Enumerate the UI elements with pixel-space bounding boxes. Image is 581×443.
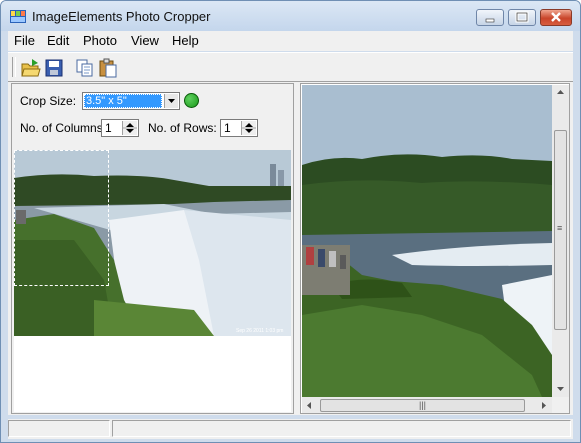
crop-size-label: Crop Size: xyxy=(20,94,77,108)
status-panel-2 xyxy=(112,420,571,437)
menu-file[interactable]: File xyxy=(14,33,35,48)
rows-label: No. of Rows: xyxy=(148,121,217,135)
save-button[interactable] xyxy=(43,57,65,79)
status-bar xyxy=(8,419,573,439)
spin-arrows-icon xyxy=(123,123,137,133)
open-icon xyxy=(21,59,41,77)
title-bar[interactable]: ImageElements Photo Cropper xyxy=(1,1,580,31)
copy-icon xyxy=(76,59,93,77)
columns-label: No. of Columns: xyxy=(20,121,107,135)
columns-stepper[interactable]: 1 xyxy=(101,119,139,137)
status-panel-1 xyxy=(8,420,110,437)
scroll-up-arrow-icon[interactable] xyxy=(552,85,569,99)
rows-spin-buttons[interactable] xyxy=(241,121,256,135)
crop-size-dropdown-button[interactable] xyxy=(164,94,178,108)
horizontal-scroll-thumb[interactable]: ||| xyxy=(320,399,525,412)
vertical-scroll-thumb[interactable]: ≡ xyxy=(554,130,567,330)
scroll-down-arrow-icon[interactable] xyxy=(552,382,569,396)
window-title: ImageElements Photo Cropper xyxy=(32,9,211,24)
columns-value: 1 xyxy=(105,121,112,135)
thumbnail-empty-area xyxy=(14,336,291,412)
menu-bar: File Edit Photo View Help xyxy=(8,31,573,51)
toolbar-grip[interactable] xyxy=(12,57,16,77)
menu-photo[interactable]: Photo xyxy=(83,33,117,48)
save-icon xyxy=(45,59,63,77)
chevron-down-icon xyxy=(168,99,175,103)
maximize-icon xyxy=(515,11,529,23)
crop-selection-box[interactable] xyxy=(14,150,109,286)
horizontal-scrollbar[interactable]: ||| xyxy=(302,397,552,414)
toolbar xyxy=(8,52,573,82)
menu-edit[interactable]: Edit xyxy=(47,33,69,48)
columns-spin-buttons[interactable] xyxy=(122,121,137,135)
crop-settings-panel: Crop Size: 3.5" x 5" No. of Columns: 1 N… xyxy=(11,83,294,414)
scroll-left-arrow-icon[interactable] xyxy=(302,397,316,414)
close-icon xyxy=(551,12,561,22)
menu-help[interactable]: Help xyxy=(172,33,199,48)
minimize-icon xyxy=(485,18,495,23)
scrollbar-corner xyxy=(552,397,569,413)
cropped-photo-preview xyxy=(302,85,552,397)
app-icon xyxy=(10,10,26,23)
spin-arrows-icon xyxy=(242,123,256,133)
paste-button[interactable] xyxy=(97,57,119,79)
rows-value: 1 xyxy=(224,121,231,135)
scroll-right-arrow-icon[interactable] xyxy=(537,397,551,414)
status-indicator xyxy=(184,93,199,108)
minimize-button[interactable] xyxy=(476,9,504,26)
rows-stepper[interactable]: 1 xyxy=(220,119,258,137)
maximize-button[interactable] xyxy=(508,9,536,26)
paste-icon xyxy=(99,58,117,78)
menu-view[interactable]: View xyxy=(131,33,159,48)
content-area: Crop Size: 3.5" x 5" No. of Columns: 1 N… xyxy=(8,82,573,415)
preview-pane: ≡ ||| xyxy=(300,83,570,414)
crop-size-select[interactable]: 3.5" x 5" xyxy=(82,92,180,110)
vertical-scrollbar[interactable]: ≡ xyxy=(552,85,569,397)
thumbnail-watermark: Sep 26 2011 1:03 pm xyxy=(236,328,283,334)
copy-button[interactable] xyxy=(74,57,96,79)
crop-size-value: 3.5" x 5" xyxy=(84,94,162,108)
app-window: ImageElements Photo Cropper File Edit Ph… xyxy=(0,0,581,443)
close-button[interactable] xyxy=(540,9,572,26)
open-button[interactable] xyxy=(20,57,42,79)
